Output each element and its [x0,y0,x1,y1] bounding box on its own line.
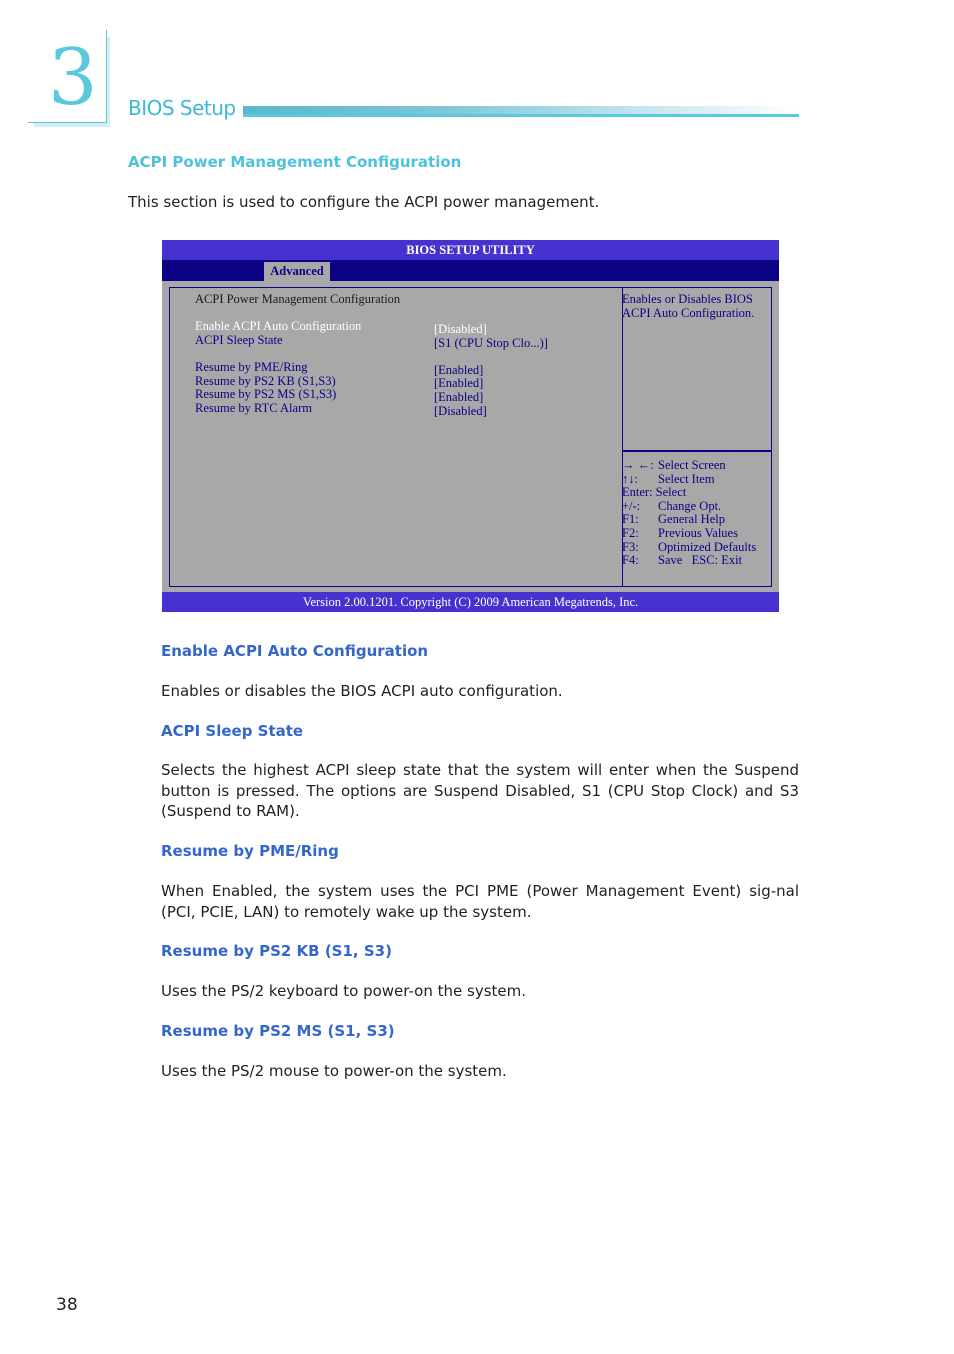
section-intro: This section is used to configure the AC… [128,193,600,211]
option-heading: Resume by PS2 KB (S1, S3) [161,942,392,960]
bios-content-frame: ACPI Power Management Configuration Enab… [169,287,772,587]
bios-item-label[interactable]: Resume by RTC Alarm [195,401,312,416]
key-legend-row: F2: Previous Values [622,525,756,541]
bios-title-bar: BIOS SETUP UTILITY [162,240,779,260]
key-action: Change Opt. [658,498,722,513]
option-heading: Enable ACPI Auto Configuration [161,642,429,660]
bios-help-separator [623,450,771,452]
key-action: Select Screen [658,458,726,472]
key-legend-row: ↑↓: Select Item [622,471,756,487]
bios-item-value[interactable]: [Disabled] [434,404,487,419]
option-description: Uses the PS/2 mouse to power-on the syst… [161,1062,507,1080]
key-action: Select [655,485,687,500]
key-legend-row: → ←: Select Screen [622,458,756,473]
chapter-number: 3 [48,33,98,123]
bios-screen: BIOS SETUP UTILITY Advanced ACPI Power M… [162,240,779,612]
key-legend-row: +/-: Change Opt. [622,498,756,514]
key-action: General Help [658,512,725,527]
key-label: Enter: [622,485,653,500]
bios-item-label[interactable]: Resume by PME/Ring [195,360,308,375]
option-heading: Resume by PS2 MS (S1, S3) [161,1022,395,1040]
page-number: 38 [56,1295,78,1315]
option-description: Selects the highest ACPI sleep state tha… [161,761,799,820]
tab-advanced[interactable]: Advanced [264,262,330,281]
chapter-bar-line [243,114,799,117]
key-action: Save ESC: Exit [658,553,743,568]
key-action: Select Item [658,471,715,486]
key-legend-row: F4: Save ESC: Exit [622,554,756,568]
bios-screen-heading: ACPI Power Management Configuration [195,292,401,306]
option-heading: Resume by PME/Ring [161,842,339,860]
bios-help-text: Enables or Disables BIOS ACPI Auto Confi… [622,292,755,320]
chapter-title: BIOS Setup [128,96,236,120]
key-legend-row: Enter: Select [622,486,756,500]
option-description: Uses the PS/2 keyboard to power-on the s… [161,982,527,1000]
chapter-bar-gradient [243,106,799,114]
key-label: F3: [622,539,639,554]
bios-item-value[interactable]: [S1 (CPU Stop Clo...)] [434,336,548,351]
key-label: ↑↓: [622,471,638,486]
bios-key-legend: → ←: Select Screen ↑↓: Select Item Enter: … [622,458,757,568]
bios-item-value[interactable]: [Enabled] [434,376,483,391]
bios-help-line: ACPI Auto Configuration. [622,305,755,320]
key-legend-row: F3: Optimized Defaults [622,539,757,555]
key-label: F1: [622,512,639,527]
option-description: When Enabled, the system uses the PCI PM… [161,882,799,921]
bios-item-label[interactable]: Enable ACPI Auto Configuration [195,319,361,334]
bios-item-value[interactable]: [Disabled] [434,322,487,337]
bios-help-line: Enables or Disables BIOS [622,292,753,306]
bios-item-label[interactable]: ACPI Sleep State [195,333,283,348]
key-action: Previous Values [658,525,738,540]
option-description: Enables or disables the BIOS ACPI auto c… [161,682,563,700]
bios-item-label[interactable]: Resume by PS2 MS (S1,S3) [195,387,336,402]
bios-footer: Version 2.00.1201. Copyright (C) 2009 Am… [162,592,779,612]
section-heading: ACPI Power Management Configuration [128,153,462,171]
chapter-title-bar [243,106,799,117]
bios-menu-bar: Advanced [162,260,779,281]
key-label: F2: [622,525,639,540]
key-label: +/-: [622,498,641,513]
bios-item-value[interactable]: [Enabled] [434,390,483,405]
key-label: F4: [622,553,639,568]
option-heading: ACPI Sleep State [161,722,304,740]
key-legend-row: F1: General Help [622,513,756,527]
key-label: → ←: [622,458,654,472]
key-action: Optimized Defaults [658,539,757,554]
